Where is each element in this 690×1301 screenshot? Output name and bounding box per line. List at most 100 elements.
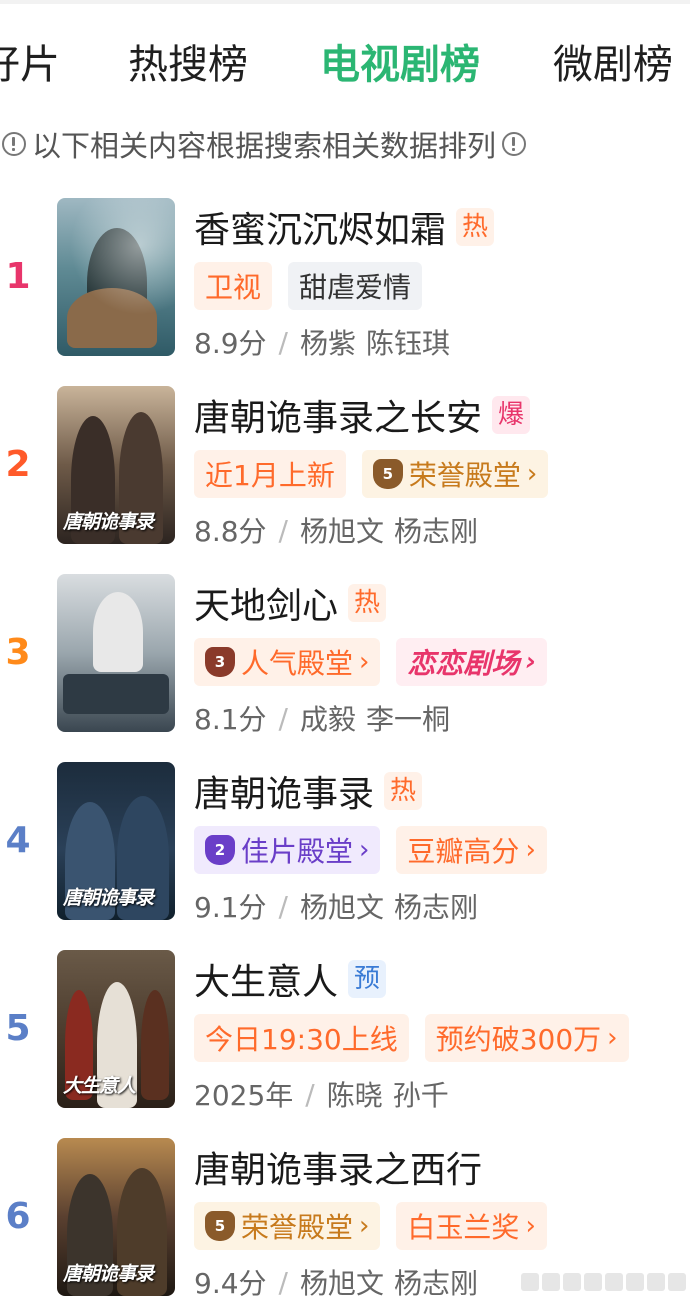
chevron-right-icon: › (526, 459, 538, 489)
tag-launch-time: 今日19:30上线 (194, 1014, 409, 1062)
chevron-right-icon: › (359, 1211, 370, 1241)
tag-satellite-tv: 卫视 (194, 262, 273, 310)
actor-name[interactable]: 杨旭文 (300, 510, 384, 550)
ranking-notice: 以下相关内容根据搜索相关数据排列 (0, 124, 532, 164)
meta-info: 9.1分 / 杨旭文 杨志刚 (194, 886, 488, 926)
tag-reservations[interactable]: 预约破300万 › (424, 1014, 629, 1062)
actor-name[interactable]: 陈钰琪 (366, 322, 450, 362)
actor-name[interactable]: 陈晓 (327, 1074, 383, 1114)
list-item[interactable]: 4 唐朝诡事录 唐朝诡事录 热 2 佳片殿堂 › 豆瓣高分 › 9.1分 / 杨… (0, 762, 690, 932)
drama-title[interactable]: 香蜜沉沉烬如霜 (194, 201, 446, 253)
drama-title[interactable]: 大生意人 (194, 953, 338, 1005)
tag-label: 人气殿堂 (241, 647, 354, 680)
tag-douban-high[interactable]: 豆瓣高分 › (396, 826, 547, 874)
tag-honor-hall[interactable]: 5 荣誉殿堂 › (361, 450, 549, 498)
info-circle-icon[interactable] (502, 132, 527, 156)
tag-label: 豆瓣高分 (407, 835, 520, 868)
meta-info: 8.1分 / 成毅 李一桐 (194, 698, 460, 738)
separator: / (305, 1077, 315, 1111)
drama-title[interactable]: 唐朝诡事录之西行 (194, 1141, 482, 1193)
poster-image[interactable]: 唐朝诡事录 (57, 1138, 175, 1296)
notice-text: 以下相关内容根据搜索相关数据排列 (32, 129, 497, 163)
score: 8.9分 (194, 327, 267, 360)
meta-info: 8.9分 / 杨紫 陈钰琪 (194, 322, 460, 362)
tab-good-films[interactable]: 好片 (0, 40, 60, 90)
separator: / (278, 889, 288, 923)
tag-label: 佳片殿堂 (241, 835, 354, 868)
actor-name[interactable]: 杨紫 (300, 322, 356, 362)
tag-quality-hall[interactable]: 2 佳片殿堂 › (194, 826, 381, 874)
tag-popularity-hall[interactable]: 3 人气殿堂 › (194, 638, 381, 686)
rank-number: 1 (5, 256, 31, 297)
chevron-right-icon: › (525, 1211, 536, 1241)
tag-label: 荣誉殿堂 (408, 459, 521, 492)
tag-honor-hall[interactable]: 5 荣誉殿堂 › (194, 1202, 381, 1250)
tab-micro-drama[interactable]: 微剧榜 (553, 40, 673, 90)
list-item[interactable]: 1 香蜜沉沉烬如霜 热 卫视 甜虐爱情 8.9分 / 杨紫 陈钰琪 (0, 198, 690, 368)
separator: / (278, 701, 288, 735)
drama-title[interactable]: 唐朝诡事录 (194, 765, 374, 817)
separator: / (278, 513, 288, 547)
medal-icon: 5 (372, 459, 403, 489)
tag-label: 荣誉殿堂 (241, 1211, 354, 1244)
actor-name[interactable]: 杨旭文 (300, 1262, 384, 1301)
tag-label: 近1月上新 (205, 459, 335, 492)
explosive-badge: 爆 (492, 396, 531, 434)
rank-number: 3 (5, 632, 31, 673)
tag-magnolia-award[interactable]: 白玉兰奖 › (396, 1202, 547, 1250)
actor-name[interactable]: 孙千 (393, 1074, 449, 1114)
chevron-right-icon: › (607, 1023, 618, 1053)
top-divider (0, 0, 690, 4)
actor-name[interactable]: 李一桐 (366, 698, 450, 738)
poster-image[interactable] (57, 198, 175, 356)
tag-label: 预约破300万 (435, 1023, 602, 1056)
chevron-right-icon: › (525, 835, 536, 865)
drama-title[interactable]: 唐朝诡事录之长安 (194, 389, 482, 441)
poster-image[interactable]: 唐朝诡事录 (57, 762, 175, 920)
hot-badge: 热 (456, 208, 495, 246)
score: 8.1分 (194, 703, 267, 736)
poster-title-art: 唐朝诡事录 (63, 511, 154, 533)
medal-icon: 5 (205, 1211, 235, 1241)
tag-label: 恋恋剧场 (407, 647, 520, 680)
score: 8.8分 (194, 515, 267, 548)
tab-hot-search[interactable]: 热搜榜 (128, 40, 248, 90)
meta-info: 8.8分 / 杨旭文 杨志刚 (194, 510, 488, 550)
poster-title-art: 唐朝诡事录 (63, 887, 154, 909)
actor-name[interactable]: 杨旭文 (300, 886, 384, 926)
actor-name[interactable]: 杨志刚 (394, 886, 478, 926)
actor-name[interactable]: 杨志刚 (394, 1262, 478, 1301)
score: 9.1分 (194, 891, 267, 924)
rank-number: 5 (5, 1008, 31, 1049)
poster-title-art: 大生意人 (63, 1075, 136, 1097)
list-item[interactable]: 5 大生意人 大生意人 预 今日19:30上线 预约破300万 › 2025年 … (0, 950, 690, 1120)
tag-label: 白玉兰奖 (407, 1211, 520, 1244)
chevron-right-icon: › (359, 835, 370, 865)
chevron-right-icon: › (525, 647, 537, 677)
medal-icon: 2 (205, 835, 235, 865)
drama-title[interactable]: 天地剑心 (194, 577, 338, 629)
actor-name[interactable]: 成毅 (300, 698, 356, 738)
rank-number: 4 (5, 820, 31, 861)
watermark (518, 1273, 686, 1291)
actor-name[interactable]: 杨志刚 (394, 510, 478, 550)
list-item[interactable]: 3 天地剑心 热 3 人气殿堂 › 恋恋剧场 › 8.1分 / 成毅 李一桐 (0, 574, 690, 744)
hot-badge: 热 (384, 772, 423, 810)
preorder-badge: 预 (348, 960, 387, 998)
tag-label: 今日19:30上线 (205, 1023, 398, 1056)
meta-info: 9.4分 / 杨旭文 杨志刚 (194, 1262, 488, 1301)
separator: / (278, 1265, 288, 1299)
poster-image[interactable]: 唐朝诡事录 (57, 386, 175, 544)
rank-number: 6 (5, 1196, 31, 1237)
tag-romance-theater[interactable]: 恋恋剧场 › (396, 638, 548, 686)
poster-image[interactable] (57, 574, 175, 732)
tag-label: 卫视 (205, 271, 262, 304)
poster-image[interactable]: 大生意人 (57, 950, 175, 1108)
list-item[interactable]: 2 唐朝诡事录 唐朝诡事录之长安 爆 近1月上新 5 荣誉殿堂 › 8.8分 /… (0, 386, 690, 556)
hot-badge: 热 (348, 584, 387, 622)
rank-number: 2 (5, 444, 31, 485)
release-year: 2025年 (194, 1079, 294, 1112)
tab-tv-drama[interactable]: 电视剧榜 (320, 40, 480, 90)
chevron-right-icon: › (359, 647, 370, 677)
info-circle-icon (2, 132, 26, 156)
